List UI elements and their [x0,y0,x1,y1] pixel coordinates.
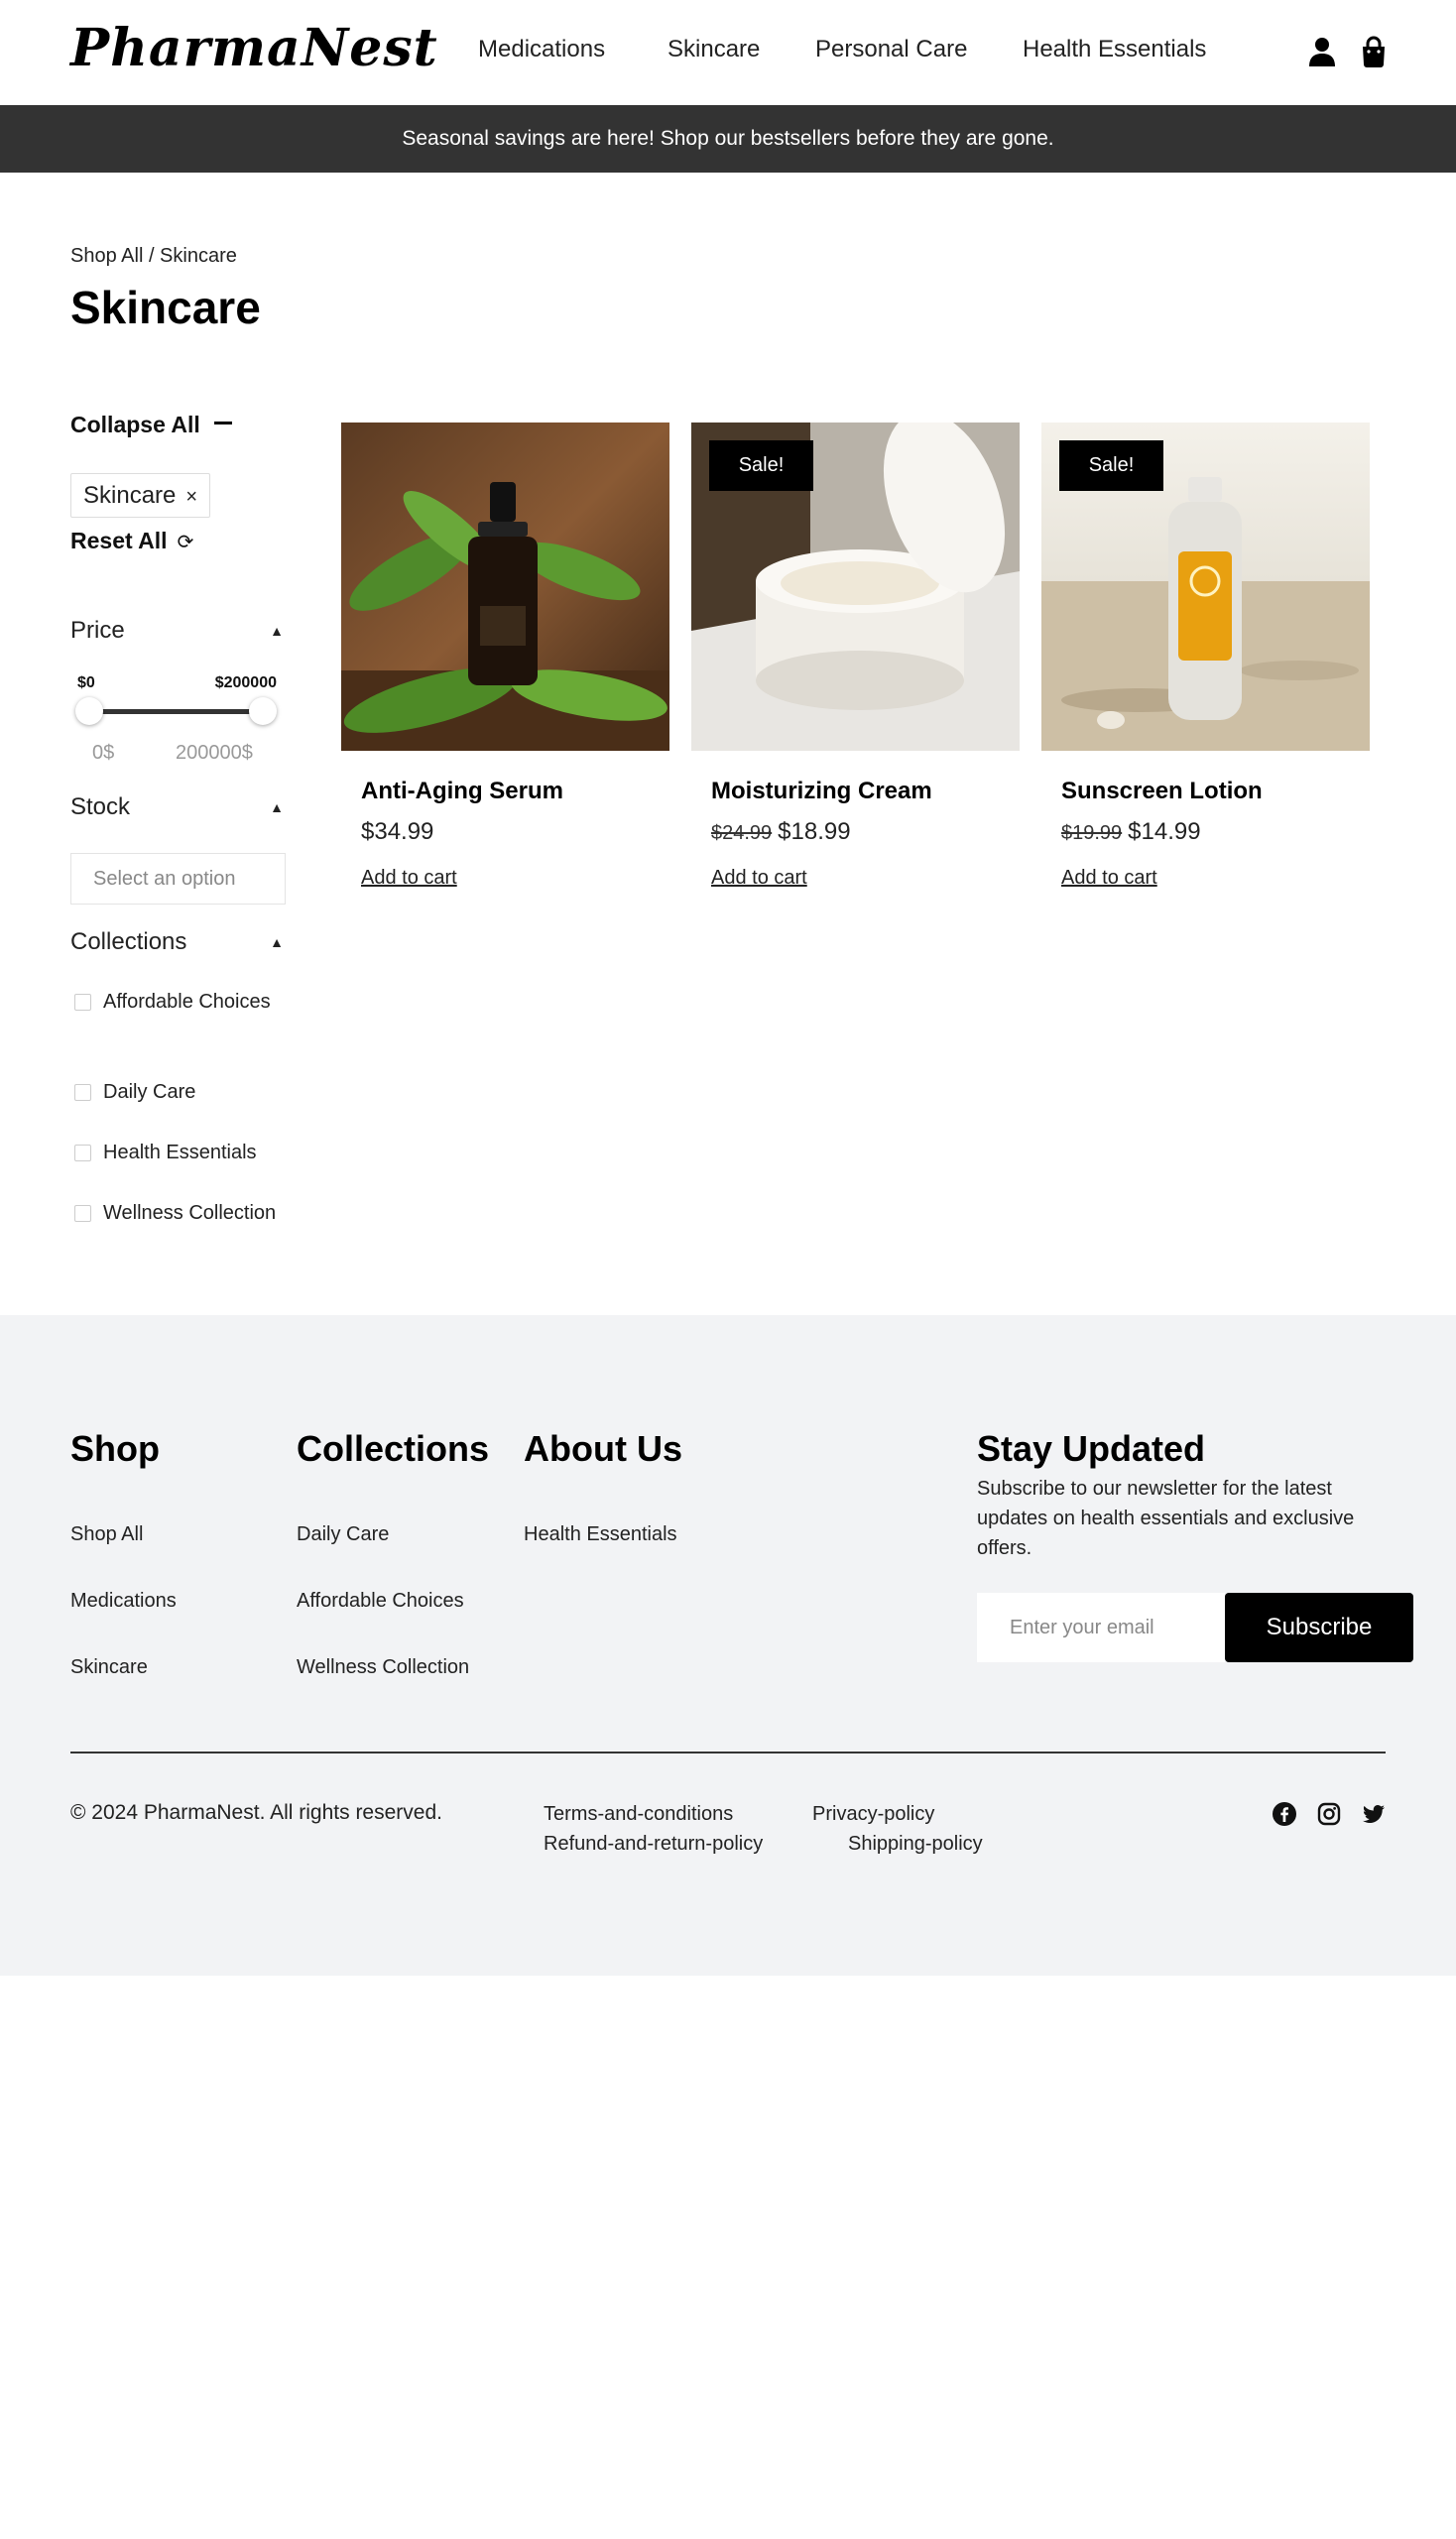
footer-divider [70,1752,1386,1753]
chevron-up-icon: ▲ [270,799,284,815]
footer-newsletter-column: Stay Updated [977,1428,1205,1470]
add-to-cart-link[interactable]: Add to cart [361,867,457,890]
product-name[interactable]: Sunscreen Lotion [1061,778,1263,805]
checkbox[interactable] [74,1205,91,1222]
price-range-max: 200000$ [176,742,253,764]
shopping-bag-icon[interactable] [1359,36,1389,67]
legal-link-shipping[interactable]: Shipping-policy [848,1833,983,1856]
original-price: $19.99 [1061,822,1123,844]
nav-medications[interactable]: Medications [478,36,605,63]
close-icon[interactable]: × [185,486,197,508]
footer-about-column: About Us [524,1428,682,1470]
product-price: $24.99 $18.99 [711,818,851,846]
product-name[interactable]: Anti-Aging Serum [361,778,563,805]
checkbox-label: Daily Care [103,1081,196,1103]
checkbox[interactable] [74,994,91,1011]
stock-filter-header[interactable]: Stock ▲ [70,793,284,821]
stock-filter-title: Stock [70,793,131,820]
footer-link[interactable]: Skincare [70,1656,148,1679]
reset-all-label: Reset All [70,528,168,553]
minus-icon [213,422,232,425]
collections-filter-header[interactable]: Collections ▲ [70,928,284,956]
legal-link-privacy[interactable]: Privacy-policy [812,1803,934,1826]
footer-collections-column: Collections [297,1428,489,1470]
collection-checkbox-affordable-choices[interactable]: Affordable Choices [70,987,279,1017]
current-price: $18.99 [778,818,851,845]
nav-personal-care[interactable]: Personal Care [815,36,967,63]
price-filter-header[interactable]: Price ▲ [70,617,284,645]
promo-banner: Seasonal savings are here! Shop our best… [0,105,1456,173]
price-min-label: $0 [77,674,95,691]
current-price: $34.99 [361,818,434,845]
sale-badge: Sale! [709,440,813,491]
copyright-text: © 2024 PharmaNest. All rights reserved. [70,1801,442,1824]
subscribe-button[interactable]: Subscribe [1225,1593,1413,1662]
checkbox[interactable] [74,1084,91,1101]
collections-filter-title: Collections [70,928,187,955]
collection-checkbox-daily-care[interactable]: Daily Care [70,1077,279,1107]
checkbox-label: Affordable Choices [103,991,271,1013]
footer-shop-title: Shop [70,1428,160,1469]
product-image-cream[interactable]: Sale! [691,423,1020,751]
newsletter-email-input[interactable]: Enter your email [977,1593,1225,1662]
collection-checkbox-wellness-collection[interactable]: Wellness Collection [70,1198,279,1228]
sale-badge: Sale! [1059,440,1163,491]
newsletter-description: Subscribe to our newsletter for the late… [977,1478,1355,1559]
active-filter-chip: Skincare × [70,473,211,518]
product-price: $19.99 $14.99 [1061,818,1201,846]
nav-health-essentials[interactable]: Health Essentials [1023,36,1206,63]
stock-select[interactable]: Select an option [70,853,286,905]
checkbox-label: Wellness Collection [103,1202,277,1224]
product-name[interactable]: Moisturizing Cream [711,778,932,805]
footer-shop-column: Shop [70,1428,160,1470]
site-logo[interactable]: PharmaNest [70,18,438,78]
refresh-icon: ⟳ [177,532,194,553]
page-title: Skincare [70,282,261,333]
footer-about-title: About Us [524,1428,682,1469]
site-header: PharmaNest Medications Skincare Personal… [0,0,1456,105]
product-image-serum[interactable] [341,423,669,751]
product-price: $34.99 [361,818,433,846]
checkbox-label: Health Essentials [103,1142,257,1163]
collapse-all-button[interactable]: Collapse All [70,412,232,438]
product-card: Anti-Aging Serum $34.99 Add to cart [341,423,669,889]
add-to-cart-link[interactable]: Add to cart [1061,867,1157,890]
footer-link[interactable]: Health Essentials [524,1523,677,1546]
instagram-icon[interactable] [1316,1801,1342,1827]
newsletter-title: Stay Updated [977,1428,1206,1469]
footer-link[interactable]: Shop All [70,1523,143,1546]
price-max-label: $200000 [214,674,277,691]
footer-link[interactable]: Affordable Choices [297,1590,464,1613]
product-card: Sale! Sunscreen Lotion $19.99 $14.99 Add … [1041,423,1370,889]
collapse-all-label: Collapse All [70,412,200,437]
price-range-min: 0$ [92,742,115,764]
breadcrumb[interactable]: Shop All / Skincare [70,245,237,268]
product-card: Sale! Moisturizing Cream $24.99 $18.99 Ad… [691,423,1020,889]
footer-collections-title: Collections [297,1428,490,1469]
collection-checkbox-health-essentials[interactable]: Health Essentials [70,1138,279,1167]
product-image-sunscreen[interactable]: Sale! [1041,423,1370,751]
facebook-icon[interactable] [1272,1801,1297,1827]
price-filter-title: Price [70,617,125,644]
nav-skincare[interactable]: Skincare [667,36,760,63]
chip-label: Skincare [83,482,177,509]
footer-link[interactable]: Daily Care [297,1523,389,1546]
chevron-up-icon: ▲ [270,934,284,950]
footer-link[interactable]: Medications [70,1590,177,1613]
site-footer: Shop Shop All Medications Skincare Colle… [0,1315,1456,1976]
twitter-icon[interactable] [1361,1801,1387,1827]
price-slider-min-handle[interactable] [75,697,103,725]
add-to-cart-link[interactable]: Add to cart [711,867,807,890]
price-slider-track[interactable] [87,709,262,714]
legal-link-terms[interactable]: Terms-and-conditions [544,1803,733,1826]
user-icon[interactable] [1307,36,1337,67]
reset-all-button[interactable]: Reset All ⟳ [70,528,193,554]
original-price: $24.99 [711,822,773,844]
checkbox[interactable] [74,1145,91,1161]
current-price: $14.99 [1128,818,1201,845]
chevron-up-icon: ▲ [270,623,284,639]
price-slider-max-handle[interactable] [249,697,277,725]
footer-link[interactable]: Wellness Collection [297,1656,469,1679]
legal-link-refund[interactable]: Refund-and-return-policy [544,1833,763,1856]
